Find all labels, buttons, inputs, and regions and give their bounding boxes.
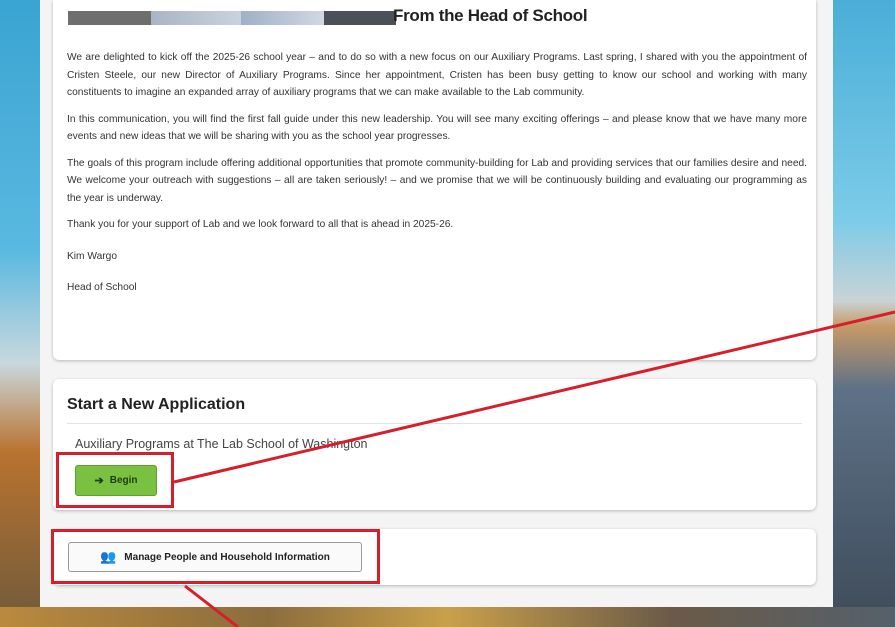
- new-application-title: Start a New Application: [67, 396, 246, 413]
- background-scenery-right: [833, 0, 895, 627]
- people-icon: 👥: [100, 549, 117, 564]
- divider: [67, 423, 802, 424]
- portal-page: From the Head of School We are delighted…: [40, 0, 833, 607]
- manage-people-label: Manage People and Household Information: [124, 551, 330, 563]
- program-name: Auxiliary Programs at The Lab School of …: [75, 437, 368, 451]
- letter-paragraph-3: The goals of this program include offeri…: [67, 157, 807, 204]
- new-application-card: Start a New Application Auxiliary Progra…: [53, 379, 816, 510]
- letter-paragraph-1: We are delighted to kick off the 2025-26…: [67, 52, 807, 98]
- letter-banner: [68, 11, 396, 25]
- manage-people-button[interactable]: 👥 Manage People and Household Informatio…: [68, 542, 362, 572]
- signature-name: Kim Wargo: [67, 250, 118, 262]
- manage-household-card: 👥 Manage People and Household Informatio…: [53, 529, 816, 585]
- background-scenery-left: [0, 0, 40, 627]
- head-of-school-letter: From the Head of School We are delighted…: [53, 0, 816, 360]
- begin-button-label: Begin: [109, 475, 138, 486]
- letter-title: From the Head of School: [393, 6, 588, 25]
- letter-paragraph-4: Thank you for your support of Lab and we…: [67, 219, 454, 230]
- begin-button[interactable]: ➔ Begin: [75, 465, 157, 496]
- signature-title: Head of School: [67, 282, 137, 293]
- letter-body: We are delighted to kick off the 2025-26…: [67, 49, 807, 311]
- arrow-right-icon: ➔: [94, 475, 104, 487]
- background-scenery-bottom: [0, 607, 895, 627]
- letter-paragraph-2: In this communication, you will find the…: [67, 113, 807, 143]
